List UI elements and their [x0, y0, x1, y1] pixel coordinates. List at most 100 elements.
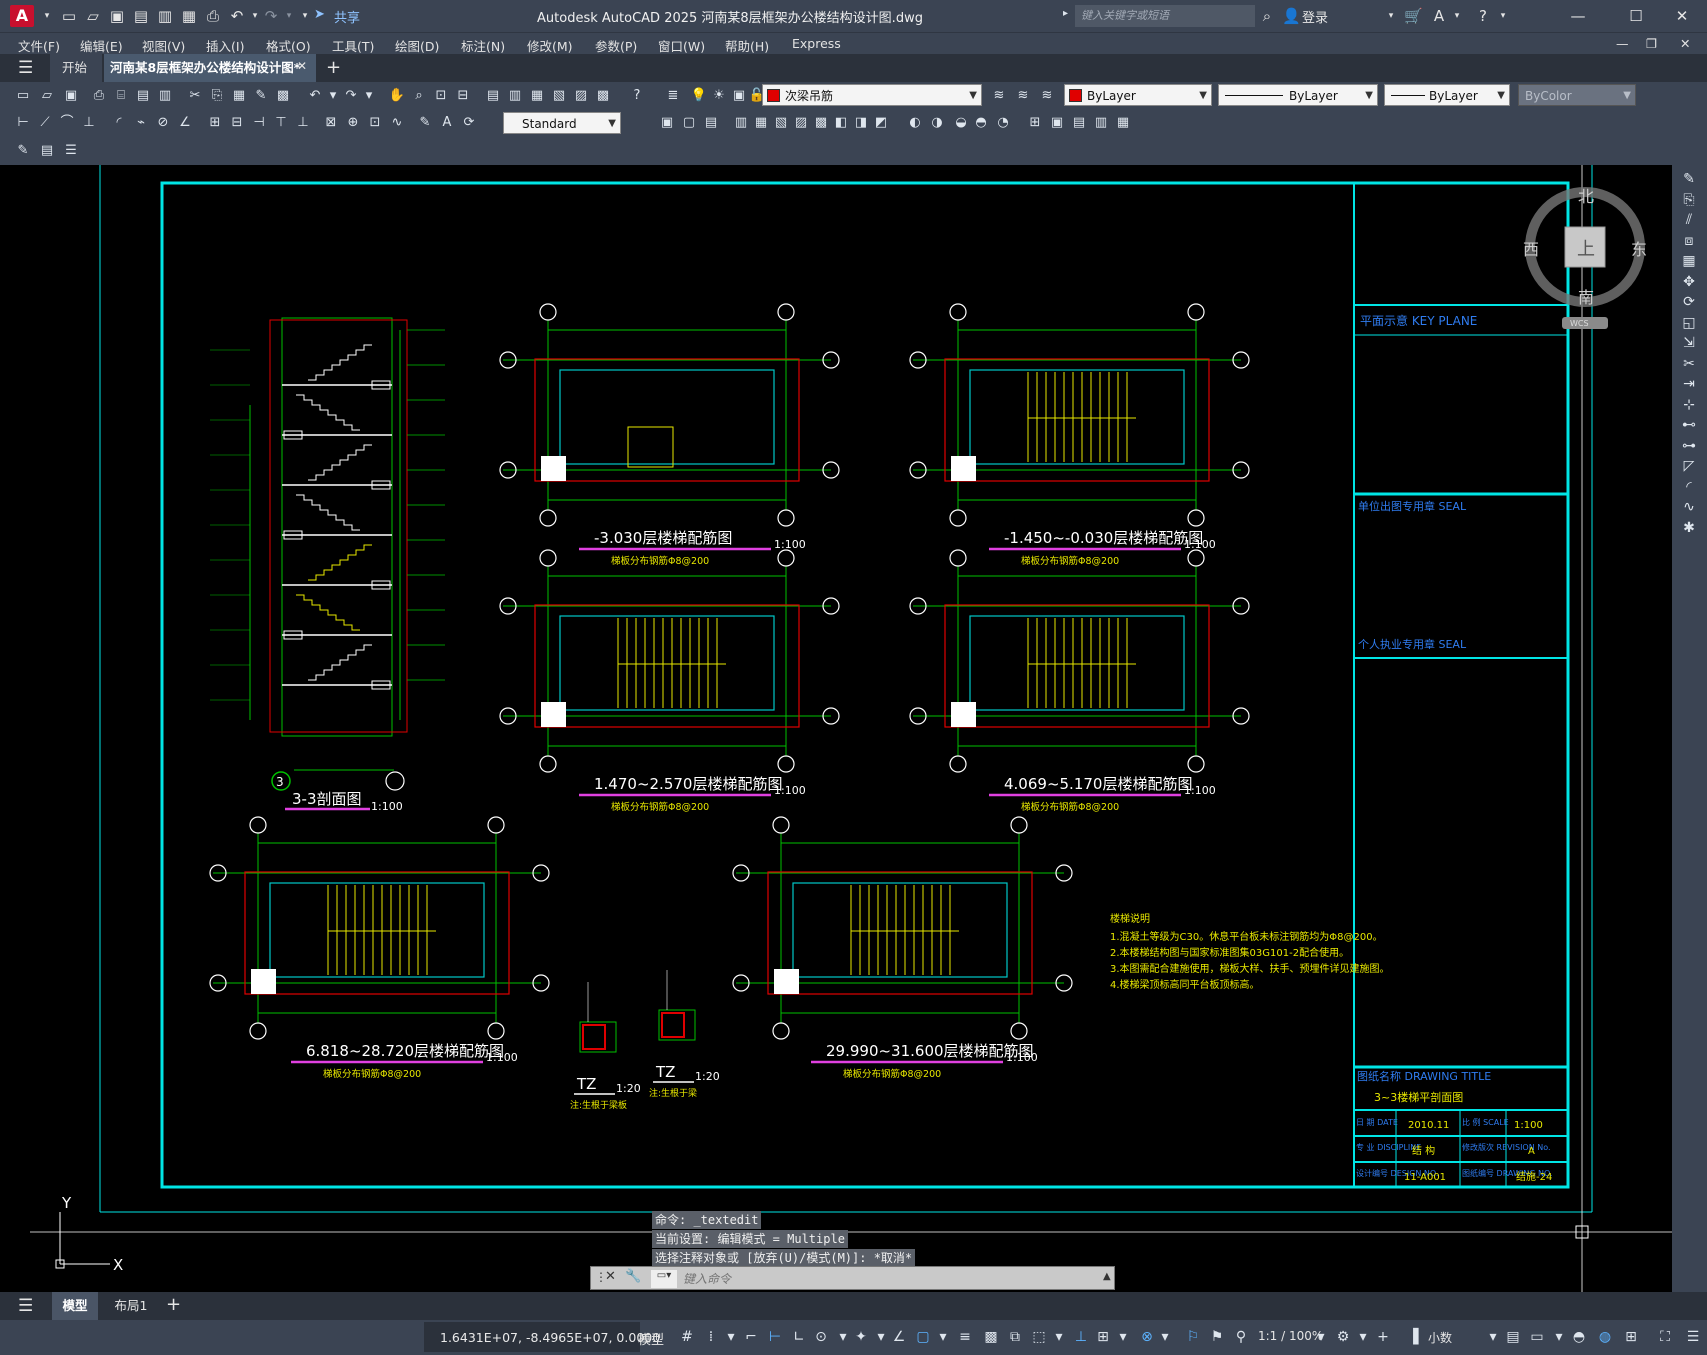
menu-insert[interactable]: 插入(I)	[206, 36, 244, 55]
doc-minimize-icon[interactable]: —	[1616, 36, 1629, 51]
arc-length-icon[interactable]: ⌒	[58, 114, 76, 132]
center-mark-icon[interactable]: ⊕	[344, 114, 362, 132]
viewcube-east[interactable]: 东	[1631, 240, 1647, 259]
continue-icon[interactable]: ⊣	[250, 114, 268, 132]
explode-icon[interactable]: ✱	[1679, 518, 1699, 538]
trim-icon[interactable]: ✂	[1679, 354, 1699, 374]
customize-wrench-icon[interactable]: 🔧	[625, 1269, 641, 1284]
undo-dropdown-icon[interactable]: ▾	[324, 87, 342, 105]
layer-lock-icon[interactable]: 🔓	[748, 87, 766, 105]
open-file-icon[interactable]: ▱	[84, 7, 102, 25]
gizmo-icon[interactable]: ⊗	[1138, 1328, 1156, 1346]
tab-close-icon[interactable]: ✕	[297, 59, 307, 73]
tolerance-icon[interactable]: ⊠	[322, 114, 340, 132]
copy-object-icon[interactable]: ⎘	[1679, 190, 1699, 210]
zoom-window-icon[interactable]: ⊡	[432, 87, 450, 105]
wcs-menu[interactable]: WCS	[1570, 319, 1589, 328]
dynamic-ucs-icon[interactable]: ⊥	[1072, 1328, 1090, 1346]
rotate-icon[interactable]: ⟳	[1679, 292, 1699, 312]
jogged-icon[interactable]: ⌁	[132, 114, 150, 132]
loft-icon[interactable]: ▩	[812, 114, 830, 132]
menu-dimension[interactable]: 标注(N)	[461, 36, 505, 55]
extend-icon[interactable]: ⇥	[1679, 374, 1699, 394]
annotation-visibility-icon[interactable]: ⚐	[1184, 1328, 1202, 1346]
erase-icon[interactable]: ✎	[1679, 169, 1699, 189]
dim-break-icon[interactable]: ⊥	[294, 114, 312, 132]
layer-thaw-icon[interactable]: ☀	[710, 87, 728, 105]
zoom-realtime-icon[interactable]: ⌕	[410, 87, 428, 105]
color-dropdown[interactable]: ByLayer ▼	[1064, 84, 1212, 106]
dim-edit-icon[interactable]: ✎	[416, 114, 434, 132]
markup-icon[interactable]: ▨	[572, 87, 590, 105]
help-dropdown-icon[interactable]: ▾	[1494, 7, 1512, 25]
3d-osnap-icon[interactable]: ⬚	[1030, 1328, 1048, 1346]
subtract-icon[interactable]: ▤	[702, 114, 720, 132]
section-plane-icon[interactable]: ◨	[852, 114, 870, 132]
text-style-dropdown[interactable]: Standard ▼	[503, 112, 621, 134]
new-tab-icon[interactable]: +	[326, 57, 341, 78]
command-input[interactable]	[683, 1270, 1103, 1288]
linetype-dropdown[interactable]: ByLayer ▼	[1218, 84, 1378, 106]
image-icon[interactable]: ▤	[1070, 114, 1088, 132]
grid-icon[interactable]: #	[678, 1328, 696, 1346]
match-properties-icon[interactable]: ✎	[252, 87, 270, 105]
infer-constraints-icon[interactable]: ⌐	[742, 1328, 760, 1346]
customize-quick-access-icon[interactable]: ▾	[296, 7, 314, 25]
viewcube[interactable]: 上 北 南 东 西 WCS	[1520, 185, 1647, 329]
box-icon[interactable]: ▣	[658, 114, 676, 132]
search-expand-icon[interactable]: ▸	[1063, 8, 1068, 19]
isodraft-dropdown-icon[interactable]: ▾	[872, 1328, 890, 1346]
join-icon[interactable]: ⊶	[1679, 436, 1699, 456]
insert-block-icon[interactable]: ⊞	[1026, 114, 1044, 132]
save-web-icon[interactable]: ▦	[180, 7, 198, 25]
xref-icon[interactable]: ▣	[1048, 114, 1066, 132]
menu-tools[interactable]: 工具(T)	[332, 36, 374, 55]
make-current-icon[interactable]: ≋	[990, 87, 1008, 105]
light-icon[interactable]: ◓	[972, 114, 990, 132]
help-icon[interactable]: ?	[1474, 7, 1492, 25]
layout-menu-icon[interactable]: ☰	[18, 1296, 33, 1316]
plot-preview-icon[interactable]: ⌸	[112, 87, 130, 105]
array-icon[interactable]: ▦	[1679, 251, 1699, 271]
auto-scale-icon[interactable]: ⚑	[1208, 1328, 1226, 1346]
gizmo-dropdown-icon[interactable]: ▾	[1156, 1328, 1174, 1346]
menu-window[interactable]: 窗口(W)	[658, 36, 705, 55]
block-editor-icon[interactable]: ▩	[274, 87, 292, 105]
layer-previous-icon[interactable]: ≋	[1014, 87, 1032, 105]
save-icon[interactable]: ▣	[108, 7, 126, 25]
units-dropdown[interactable]: 小数	[1428, 1329, 1452, 1346]
units-icon[interactable]: ▐	[1404, 1328, 1422, 1346]
tool-palettes-icon[interactable]: ▦	[528, 87, 546, 105]
fillet-icon[interactable]: ◜	[1679, 477, 1699, 497]
menu-format[interactable]: 格式(O)	[266, 36, 311, 55]
plot-icon[interactable]: ⎙	[204, 7, 222, 25]
break-at-point-icon[interactable]: ⊹	[1679, 395, 1699, 415]
quick-properties-icon[interactable]: ▤	[1504, 1328, 1522, 1346]
doc-restore-icon[interactable]: ❐	[1646, 36, 1657, 51]
selection-filter-icon[interactable]: ⊞	[1094, 1328, 1112, 1346]
selection-filter-dropdown-icon[interactable]: ▾	[1114, 1328, 1132, 1346]
redo-icon[interactable]: ↷	[342, 87, 360, 105]
units-dropdown-icon[interactable]: ▾	[1484, 1328, 1502, 1346]
command-history-toggle-icon[interactable]: ▲	[1103, 1271, 1111, 1282]
table-edit-icon[interactable]: ▤	[38, 142, 56, 160]
extrude-icon[interactable]: ▥	[732, 114, 750, 132]
press-pull-icon[interactable]: ▦	[752, 114, 770, 132]
viewcube-west[interactable]: 西	[1523, 240, 1539, 259]
dim-text-edit-icon[interactable]: A	[438, 114, 456, 132]
attach-icon[interactable]: ▦	[1114, 114, 1132, 132]
pan-icon[interactable]: ✋	[388, 87, 406, 105]
tab-model[interactable]: 模型	[52, 1292, 98, 1320]
zoom-previous-icon[interactable]: ⊟	[454, 87, 472, 105]
lock-ui-icon[interactable]: ▭	[1528, 1328, 1546, 1346]
menu-file[interactable]: 文件(F)	[18, 36, 60, 55]
annotation-scale-icon[interactable]: ⚲	[1232, 1328, 1250, 1346]
close-command-line-icon[interactable]: ✕	[605, 1269, 616, 1284]
object-snap-tracking-icon[interactable]: ∠	[890, 1328, 908, 1346]
sweep-icon[interactable]: ▧	[772, 114, 790, 132]
graphics-performance-icon[interactable]: ◍	[1596, 1328, 1614, 1346]
autodesk-a360-icon[interactable]: A	[1430, 7, 1448, 25]
undo-icon[interactable]: ↶	[228, 7, 246, 25]
layer-isolate-icon[interactable]: ≋	[1038, 87, 1056, 105]
new-icon[interactable]: ▭	[14, 87, 32, 105]
